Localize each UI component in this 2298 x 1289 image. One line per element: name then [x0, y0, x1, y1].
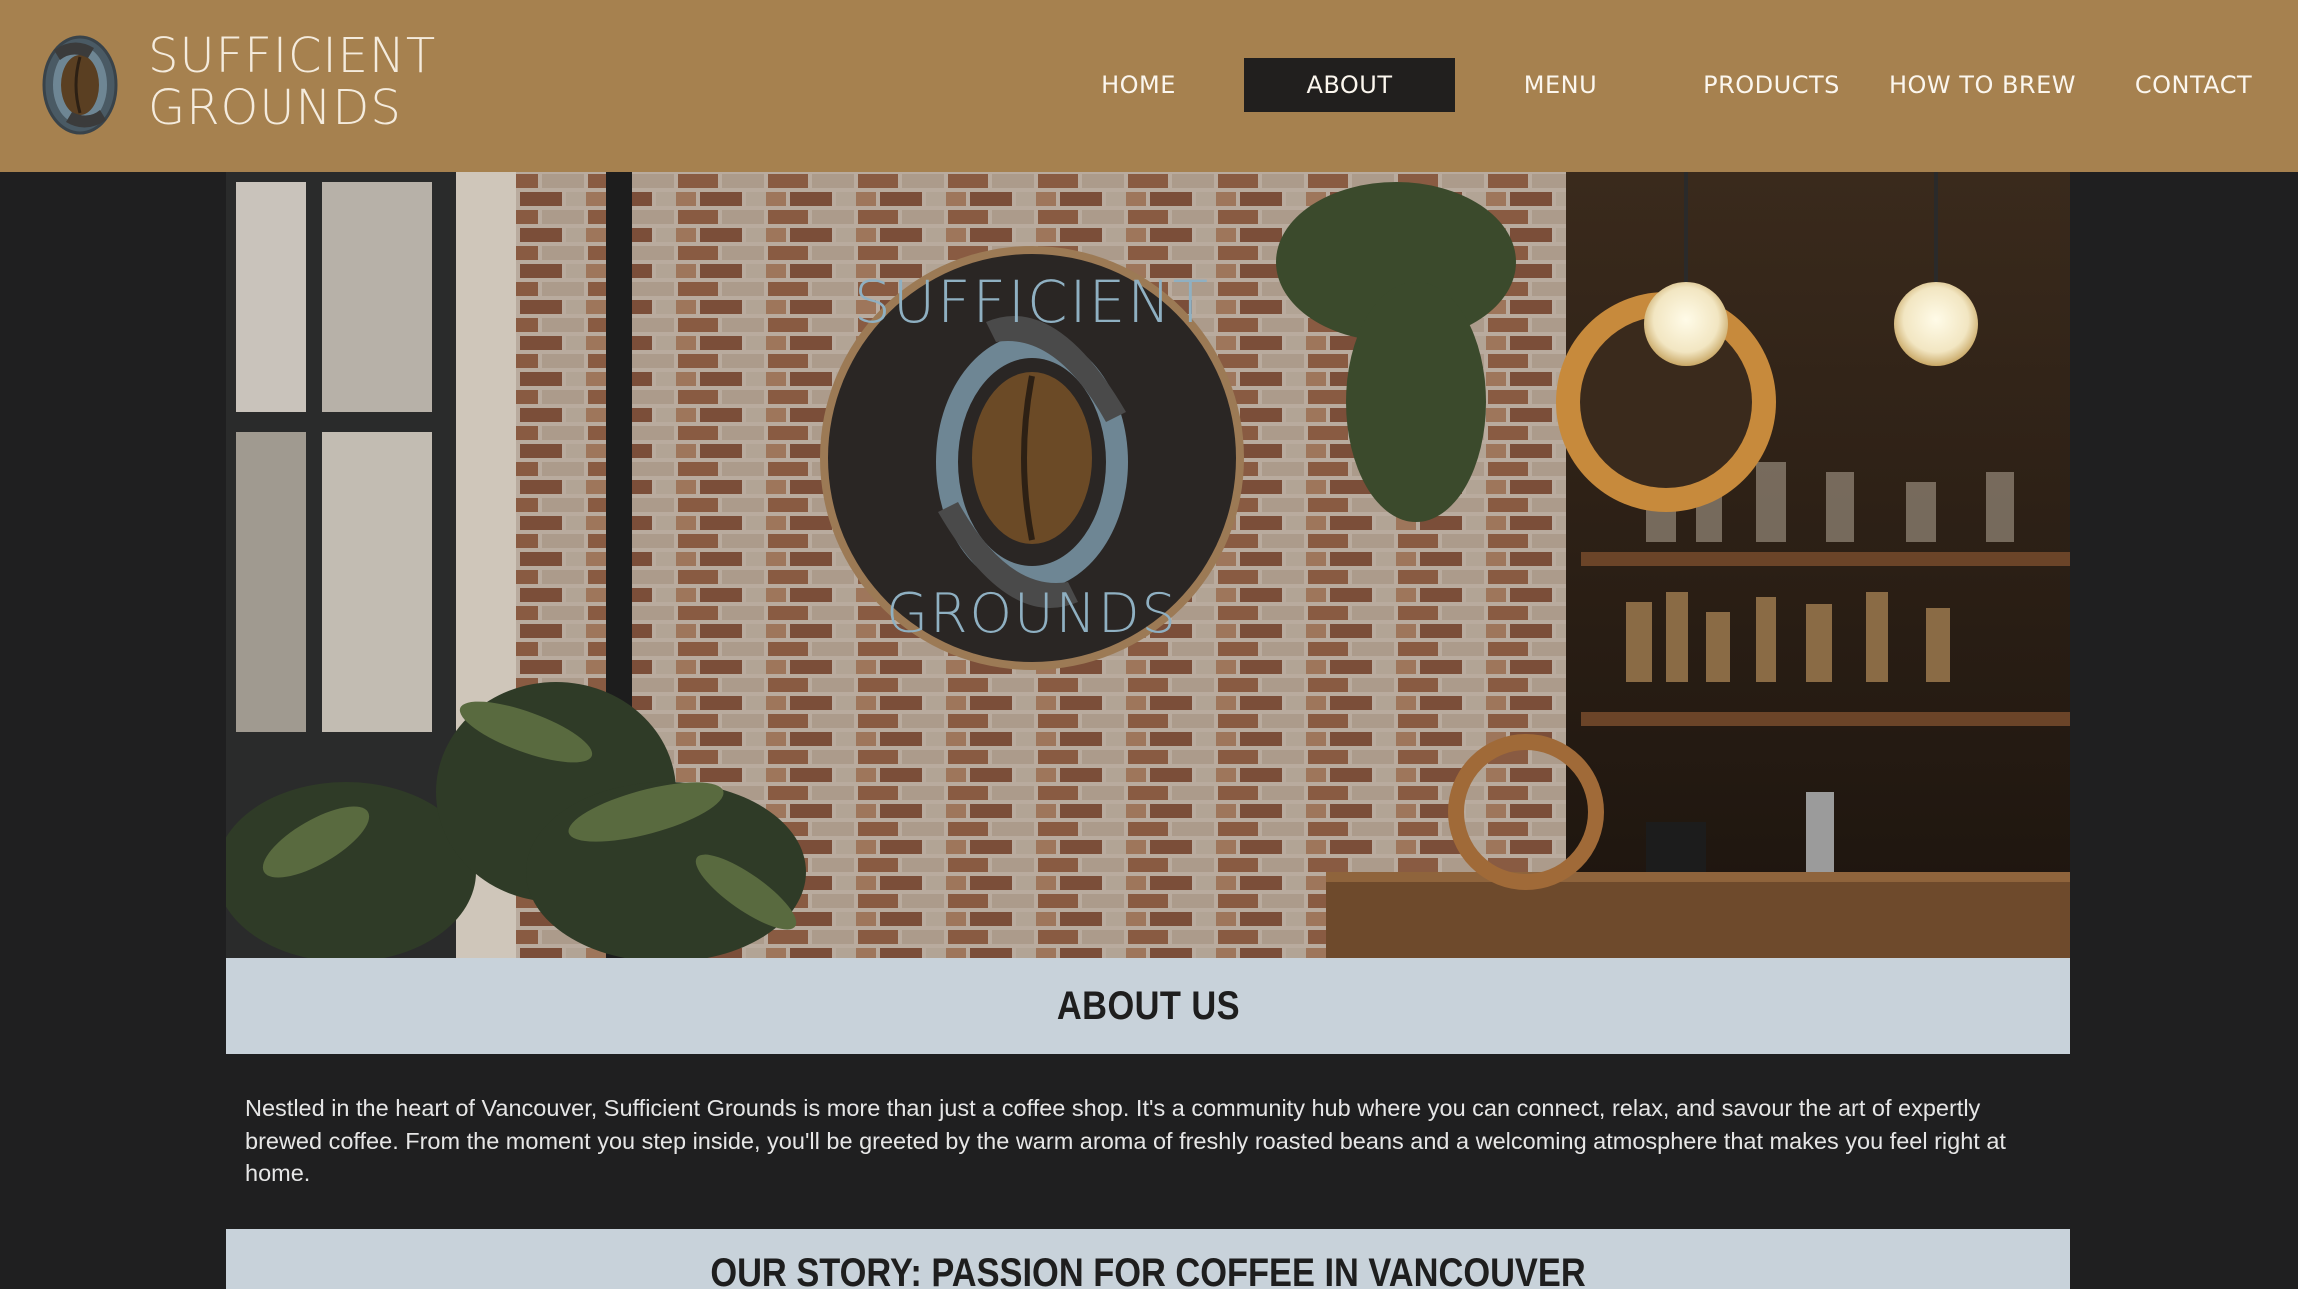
- brand-line-2: GROUNDS: [148, 80, 402, 136]
- nav-menu[interactable]: MENU: [1455, 58, 1666, 112]
- site-header: SUFFICIENT GROUNDS HOME ABOUT MENU PRODU…: [0, 0, 2298, 172]
- sign-bottom-text: GROUNDS: [886, 582, 1178, 645]
- hero-image: SUFFICIENT GROUNDS: [226, 172, 2070, 958]
- nav-products[interactable]: PRODUCTS: [1666, 58, 1877, 112]
- brand-wordmark[interactable]: SUFFICIENT GROUNDS: [148, 28, 437, 136]
- story-header-band: OUR STORY: PASSION FOR COFFEE IN VANCOUV…: [226, 1229, 2070, 1289]
- coffee-bean-logo-icon[interactable]: [34, 30, 126, 140]
- nav-how-to-brew[interactable]: HOW TO BREW: [1877, 58, 2088, 112]
- main-nav: HOME ABOUT MENU PRODUCTS HOW TO BREW CON…: [1033, 58, 2298, 112]
- nav-about[interactable]: ABOUT: [1244, 58, 1455, 112]
- nav-contact[interactable]: CONTACT: [2088, 58, 2298, 112]
- about-header-band: ABOUT US: [226, 958, 2070, 1054]
- sign-top-text: SUFFICIENT: [854, 268, 1210, 336]
- about-title: ABOUT US: [1056, 983, 1240, 1028]
- nav-home[interactable]: HOME: [1033, 58, 1244, 112]
- about-paragraph: Nestled in the heart of Vancouver, Suffi…: [245, 1095, 2006, 1186]
- brand-line-1: SUFFICIENT: [148, 28, 437, 84]
- story-title: OUR STORY: PASSION FOR COFFEE IN VANCOUV…: [710, 1251, 1586, 1289]
